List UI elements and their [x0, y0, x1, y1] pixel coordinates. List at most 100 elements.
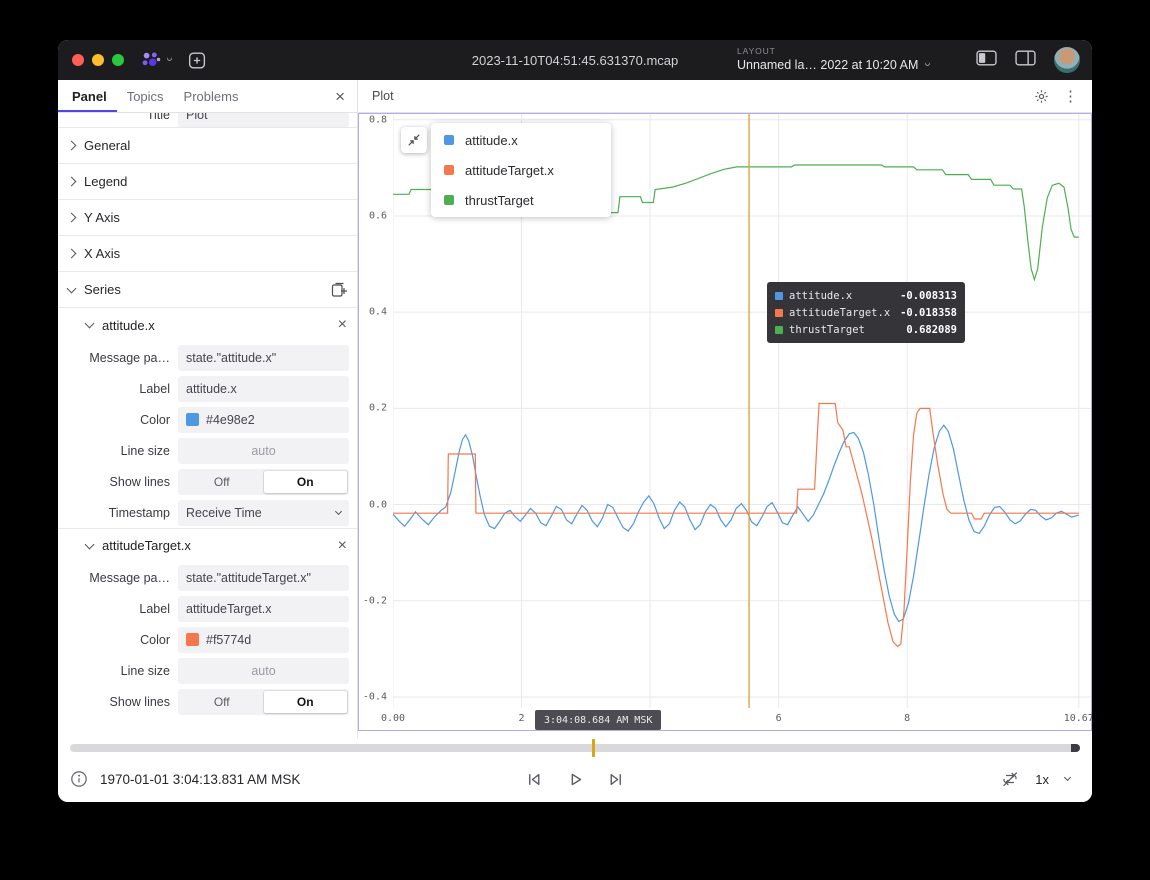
message-path-input[interactable]: state."attitude.x" — [178, 345, 349, 371]
setting-row-label: Label attitudeTarget.x — [58, 593, 357, 624]
playback-timestamp: 1970-01-01 3:04:13.831 AM MSK — [100, 772, 300, 787]
chevron-down-icon — [67, 283, 77, 293]
field-value: #f5774d — [206, 633, 251, 647]
section-legend[interactable]: Legend — [58, 164, 357, 200]
series-color-swatch — [775, 309, 783, 317]
line-size-input[interactable]: auto — [178, 438, 349, 464]
setting-row-line-size: Line size auto — [58, 655, 357, 686]
chevron-right-icon — [67, 177, 77, 187]
show-lines-toggle: Off On — [178, 689, 349, 715]
playback-position-marker[interactable] — [592, 739, 595, 757]
tooltip-row: attitudeTarget.x -0.018358 — [775, 304, 957, 321]
chevron-right-icon — [67, 141, 77, 151]
tooltip-value: 0.682089 — [906, 324, 957, 336]
settings-gear-icon[interactable] — [1034, 89, 1049, 104]
scrubber-track[interactable] — [70, 744, 1080, 752]
plot-chart[interactable]: 0.80.60.40.20.0-0.2-0.4 0.00246810.67 3:… — [358, 113, 1092, 731]
collapse-legend-button[interactable] — [401, 127, 427, 153]
field-label: Color — [58, 633, 170, 647]
x-tick-label: 0.00 — [381, 713, 405, 724]
section-y-axis[interactable]: Y Axis — [58, 200, 357, 236]
field-value: attitude.x — [186, 382, 237, 396]
section-general[interactable]: General — [58, 128, 357, 164]
desktop-background: { "colors": { "accent": "#4f46e5", "pane… — [0, 0, 1150, 880]
tab-panel[interactable]: Panel — [58, 80, 117, 112]
label-input[interactable]: attitude.x — [178, 376, 349, 402]
scrubber-end-cap — [1071, 744, 1080, 752]
data-source-title[interactable]: 2023-11-10T04:51:45.631370.mcap — [472, 53, 678, 68]
field-label: Message pa… — [58, 351, 170, 365]
setting-row-label: Label attitude.x — [58, 373, 357, 404]
setting-row-color: Color #4e98e2 — [58, 404, 357, 435]
more-options-icon[interactable]: ⋮ — [1063, 89, 1078, 104]
tooltip-row: thrustTarget 0.682089 — [775, 321, 957, 338]
chevron-down-icon — [85, 539, 95, 549]
setting-row-message-path: Message pa… state."attitudeTarget.x" — [58, 562, 357, 593]
playback-right-controls: 1x — [1001, 770, 1080, 788]
remove-series-icon[interactable]: × — [338, 317, 347, 333]
y-axis-labels: 0.80.60.40.20.0-0.2-0.4 — [359, 114, 390, 708]
seek-end-button[interactable] — [608, 771, 625, 788]
add-series-icon[interactable] — [331, 282, 347, 298]
user-avatar[interactable] — [1054, 47, 1080, 73]
title-input[interactable]: Plot — [178, 113, 349, 128]
field-label: Label — [58, 602, 170, 616]
chevron-down-icon — [85, 319, 95, 329]
section-x-axis[interactable]: X Axis — [58, 236, 357, 272]
minimize-window-button[interactable] — [92, 54, 104, 66]
close-window-button[interactable] — [72, 54, 84, 66]
chevron-down-icon — [924, 60, 931, 67]
right-sidebar-toggle-button[interactable] — [1015, 50, 1036, 71]
seek-start-button[interactable] — [526, 771, 543, 788]
playback-speed[interactable]: 1x — [1035, 772, 1049, 787]
section-label: Y Axis — [84, 210, 120, 225]
color-input[interactable]: #4e98e2 — [178, 407, 349, 433]
legend-item[interactable]: attitude.x — [431, 125, 611, 155]
add-window-button[interactable] — [186, 51, 207, 70]
tab-topics[interactable]: Topics — [117, 80, 174, 112]
loop-off-icon[interactable] — [1001, 770, 1019, 788]
show-lines-off-button[interactable]: Off — [180, 691, 264, 713]
message-path-input[interactable]: state."attitudeTarget.x" — [178, 565, 349, 591]
tab-problems[interactable]: Problems — [174, 80, 249, 112]
series-name: attitudeTarget.x — [102, 538, 191, 553]
field-value: Plot — [186, 113, 208, 122]
legend-label: thrustTarget — [465, 193, 534, 208]
tooltip-label: attitudeTarget.x — [789, 307, 890, 319]
field-label: Show lines — [58, 475, 170, 489]
legend-label: attitude.x — [465, 133, 518, 148]
plot-panel: Plot ⋮ 0.80.60.40.20.0-0.2-0.4 0.0024681… — [358, 80, 1092, 738]
playback-info-icon[interactable] — [70, 770, 88, 788]
series-color-swatch — [444, 135, 454, 145]
timestamp-select[interactable]: Receive Time — [178, 500, 349, 526]
show-lines-on-button[interactable]: On — [264, 471, 348, 493]
zoom-window-button[interactable] — [112, 54, 124, 66]
layout-menu-button[interactable]: LAYOUT Unnamed la… 2022 at 10:20 AM — [737, 46, 930, 72]
section-series[interactable]: Series — [58, 272, 357, 308]
playback-scrubber[interactable] — [70, 739, 1080, 757]
show-lines-off-button[interactable]: Off — [180, 471, 264, 493]
field-label: Color — [58, 413, 170, 427]
label-input[interactable]: attitudeTarget.x — [178, 596, 349, 622]
legend-item[interactable]: thrustTarget — [431, 185, 611, 215]
tooltip-value: -0.008313 — [900, 290, 957, 302]
series-item-attitude-x[interactable]: attitude.x × — [58, 308, 357, 342]
y-tick-label: 0.6 — [369, 210, 387, 221]
field-label: Line size — [58, 664, 170, 678]
play-button[interactable] — [567, 771, 584, 788]
left-sidebar-toggle-button[interactable] — [976, 50, 997, 71]
line-size-input[interactable]: auto — [178, 658, 349, 684]
series-item-attitude-target-x[interactable]: attitudeTarget.x × — [58, 528, 357, 562]
field-value: auto — [251, 664, 275, 678]
close-sidebar-icon[interactable]: × — [335, 88, 345, 105]
remove-series-icon[interactable]: × — [338, 538, 347, 554]
app-menu-button[interactable] — [140, 50, 172, 70]
legend-item[interactable]: attitudeTarget.x — [431, 155, 611, 185]
x-tick-label: 2 — [519, 713, 525, 724]
color-input[interactable]: #f5774d — [178, 627, 349, 653]
field-value: #4e98e2 — [206, 413, 255, 427]
chevron-down-icon — [166, 55, 173, 62]
show-lines-on-button[interactable]: On — [264, 691, 348, 713]
panel-title: Plot — [358, 89, 394, 103]
speed-chevron-icon[interactable] — [1064, 774, 1071, 781]
